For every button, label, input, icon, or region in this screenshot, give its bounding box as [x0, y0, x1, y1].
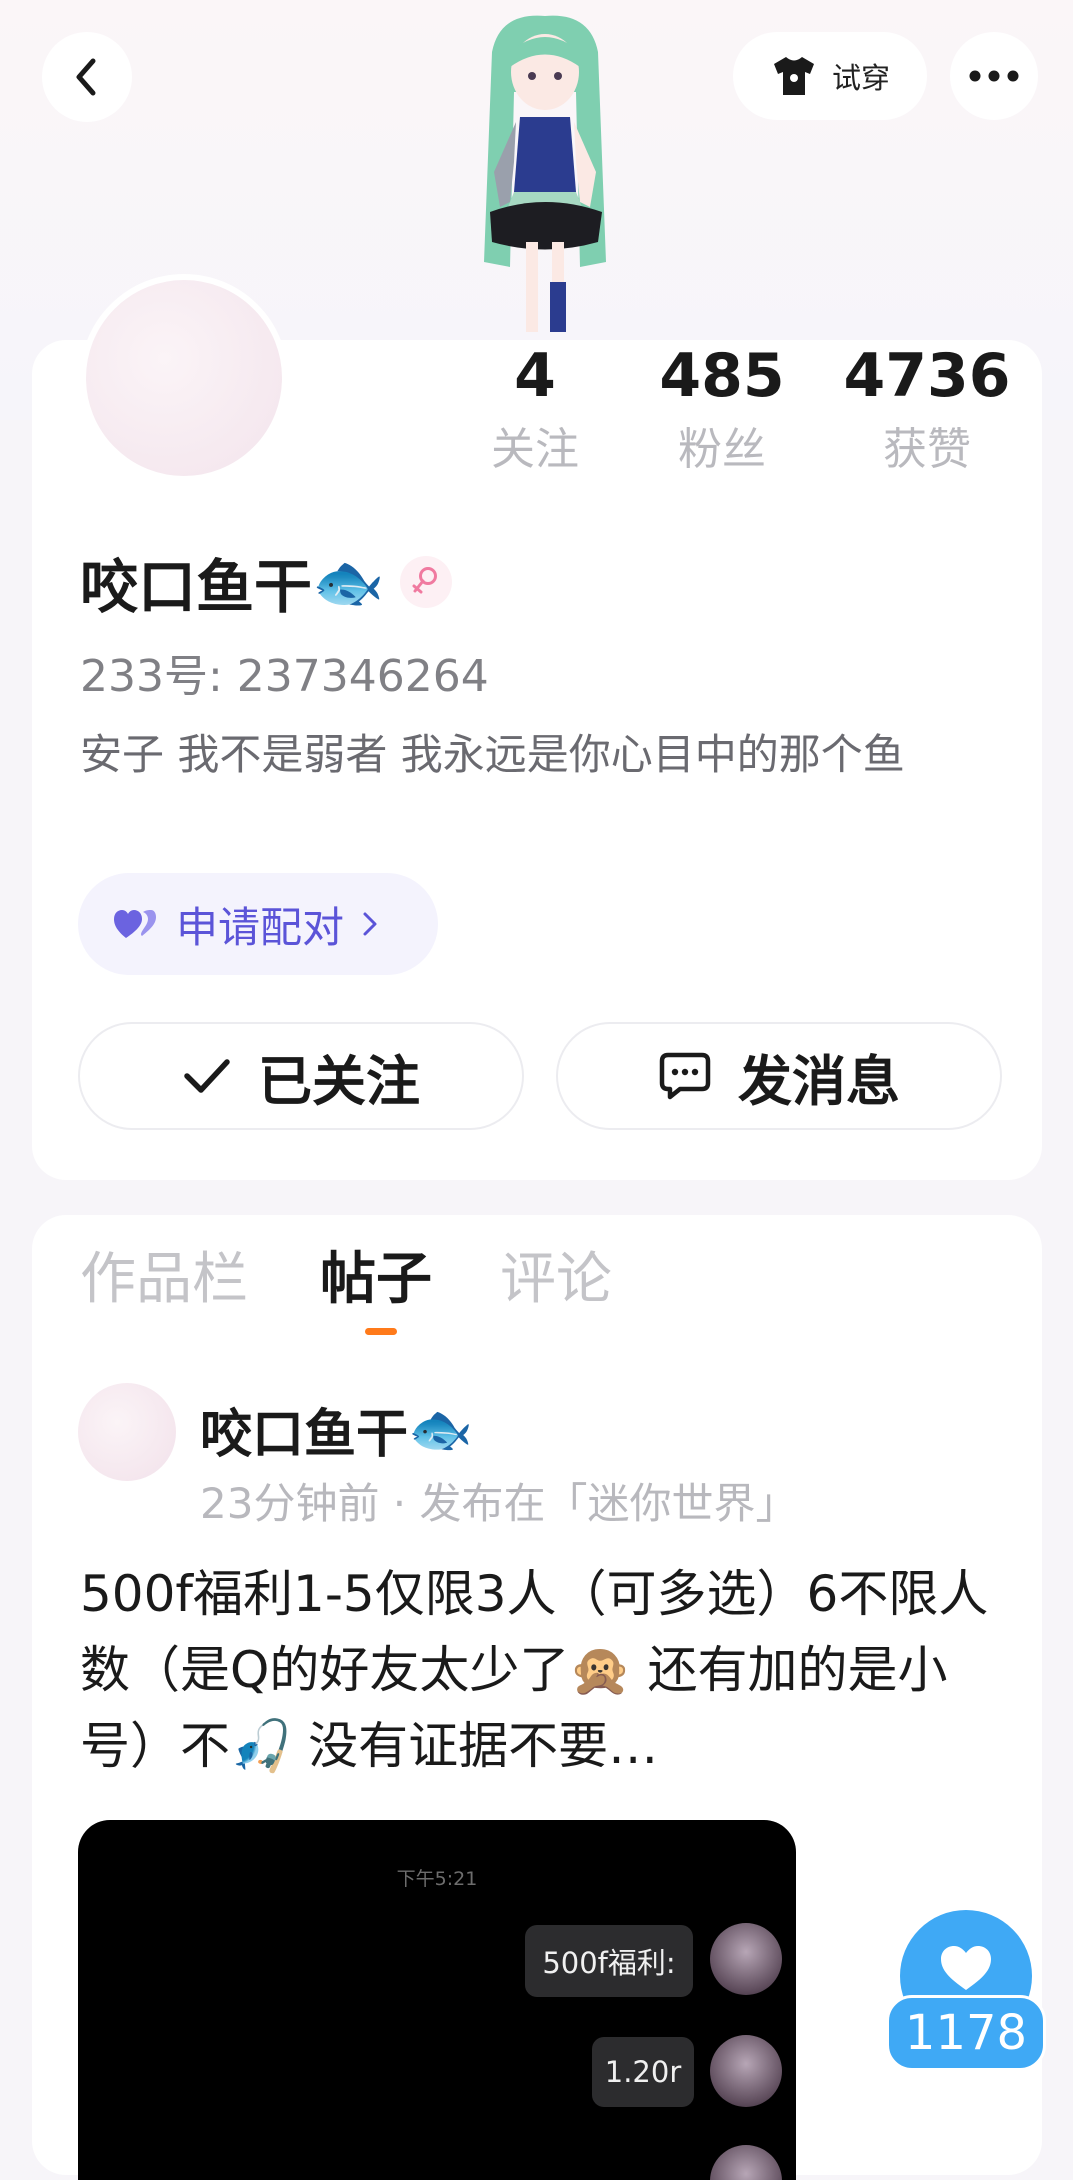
post-author-name: 咬口鱼干	[200, 1405, 409, 1465]
chevron-left-icon	[76, 58, 96, 96]
stat-value: 4	[514, 341, 556, 411]
stat-value: 4736	[843, 341, 1011, 411]
heart-icon	[941, 1946, 991, 1990]
followed-button[interactable]: 已关注	[78, 1022, 524, 1130]
followed-label: 已关注	[258, 1049, 420, 1113]
avatar-character-figure[interactable]	[430, 12, 660, 342]
post-image[interactable]: 下午5:21 500f福利: 1.20r	[78, 1820, 796, 2180]
female-icon	[412, 567, 438, 594]
post-author-row[interactable]: 咬口鱼干 🐟	[200, 1392, 473, 1467]
chat-avatar	[710, 1923, 782, 1995]
avatar[interactable]	[80, 274, 288, 482]
try-on-label: 试穿	[831, 61, 890, 95]
chat-bubble-icon	[659, 1052, 711, 1100]
profile-name: 咬口鱼干	[80, 553, 313, 621]
chat-avatar	[710, 2035, 782, 2107]
like-count: 1178	[886, 1995, 1046, 2071]
chat-bubble: 1.20r	[592, 2037, 694, 2107]
active-tab-indicator	[365, 1328, 397, 1335]
fish-emoji: 🐟	[312, 547, 385, 616]
stat-label: 粉丝	[678, 424, 766, 475]
stat-value: 485	[659, 341, 785, 411]
stat-following[interactable]: 4 关注	[472, 346, 598, 472]
try-on-button[interactable]: 试穿	[733, 32, 927, 120]
stat-fans[interactable]: 485 粉丝	[652, 346, 792, 472]
send-message-label: 发消息	[738, 1049, 900, 1113]
apply-pair-button[interactable]: 申请配对	[78, 873, 438, 975]
tab-comments[interactable]: 评论	[500, 1240, 612, 1320]
stat-label: 关注	[491, 424, 579, 475]
post-text[interactable]: 500f福利1-5仅限3人（可多选）6不限人数（是Q的好友太少了🙊 还有加的是小…	[80, 1556, 1000, 1784]
more-dots-icon	[969, 70, 1019, 82]
shirt-icon	[773, 57, 814, 95]
tab-posts[interactable]: 帖子	[320, 1240, 432, 1320]
stat-likes[interactable]: 4736 获赞	[842, 346, 1012, 472]
send-message-button[interactable]: 发消息	[556, 1022, 1002, 1130]
profile-bio: 安子 我不是弱者 我永远是你心目中的那个鱼	[80, 730, 905, 779]
post-author-avatar[interactable]	[78, 1383, 176, 1481]
profile-name-row: 咬口鱼干 🐟	[80, 540, 453, 624]
hearts-icon	[114, 910, 156, 938]
tab-works[interactable]: 作品栏	[80, 1240, 248, 1320]
post-meta: 23分钟前 · 发布在「迷你世界」	[200, 1479, 798, 1528]
chat-avatar	[710, 2145, 782, 2180]
fish-emoji: 🐟	[408, 1400, 473, 1460]
gender-badge	[400, 556, 453, 608]
check-icon	[184, 1059, 230, 1093]
user-id: 233号: 237346264	[80, 651, 489, 702]
apply-pair-label: 申请配对	[176, 902, 345, 952]
back-button[interactable]	[42, 32, 132, 122]
stat-label: 获赞	[883, 424, 971, 475]
chevron-right-icon	[363, 912, 377, 936]
more-button[interactable]	[950, 32, 1038, 120]
chat-timestamp: 下午5:21	[396, 1868, 478, 1890]
chat-bubble: 500f福利:	[525, 1925, 693, 1997]
